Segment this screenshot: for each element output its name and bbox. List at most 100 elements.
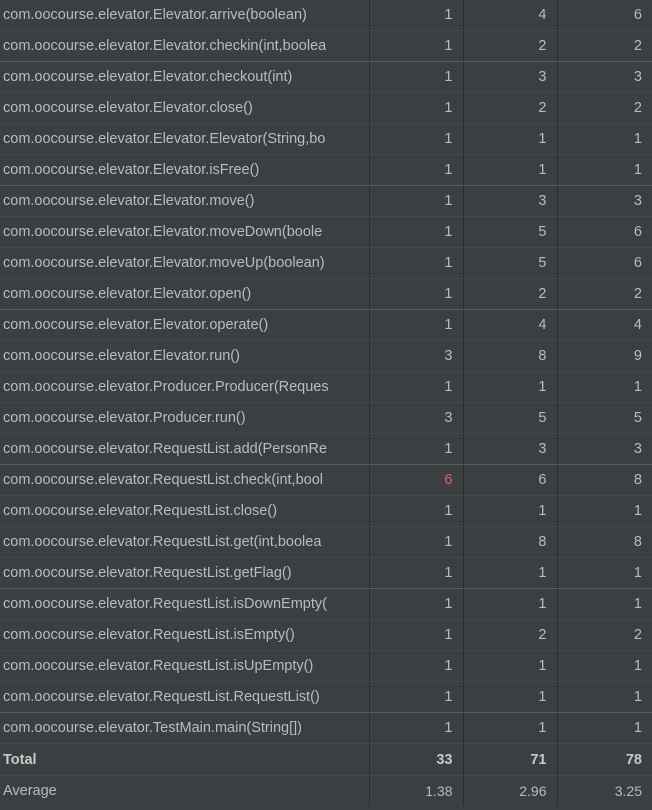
metric-3-cell: 1 [557,681,652,713]
metric-3-cell: 8 [557,464,652,496]
metric-2-cell: 2 [463,30,558,62]
metric-3-cell: 2 [557,92,652,124]
method-name-cell: com.oocourse.elevator.RequestList.isDown… [0,588,370,620]
total-v2: 71 [463,743,558,776]
metric-1-cell: 1 [369,650,464,682]
table-row[interactable]: com.oocourse.elevator.RequestList.isDown… [0,588,652,620]
metric-3-cell: 5 [557,402,652,434]
table-row[interactable]: com.oocourse.elevator.Elevator.operate()… [0,309,652,341]
metric-1-cell: 1 [369,495,464,527]
metric-2-cell: 5 [463,216,558,248]
metric-3-cell: 4 [557,309,652,341]
metric-2-cell: 3 [463,61,558,93]
metric-1-cell: 3 [369,402,464,434]
method-name-cell: com.oocourse.elevator.Elevator.checkout(… [0,61,370,93]
table-row[interactable]: com.oocourse.elevator.RequestList.isEmpt… [0,619,652,651]
metric-1-cell: 1 [369,619,464,651]
method-name-cell: com.oocourse.elevator.RequestList.close(… [0,495,370,527]
method-name-cell: com.oocourse.elevator.Producer.run() [0,402,370,434]
total-v3: 78 [557,743,652,776]
table-row[interactable]: com.oocourse.elevator.Elevator.close() 1 2… [0,92,652,124]
method-name-cell: com.oocourse.elevator.TestMain.main(Stri… [0,712,370,744]
metric-1-cell: 1 [369,92,464,124]
metric-3-cell: 1 [557,557,652,589]
table-row[interactable]: com.oocourse.elevator.Producer.Producer(… [0,371,652,403]
total-label: Total [0,743,370,776]
metric-1-cell: 6 [369,464,464,496]
method-name-cell: com.oocourse.elevator.Elevator.isFree() [0,154,370,186]
table-row[interactable]: com.oocourse.elevator.RequestList.check(… [0,464,652,496]
table-row[interactable]: com.oocourse.elevator.TestMain.main(Stri… [0,712,652,744]
metric-1-cell: 1 [369,247,464,279]
method-name-cell: com.oocourse.elevator.Elevator.move() [0,185,370,217]
average-row[interactable]: Average 1.38 2.96 3.25 [0,775,652,806]
method-name-cell: com.oocourse.elevator.RequestList.isUpEm… [0,650,370,682]
metric-2-cell: 4 [463,309,558,341]
metric-3-cell: 6 [557,216,652,248]
table-row[interactable]: com.oocourse.elevator.Elevator.Elevator(… [0,123,652,155]
metric-1-cell: 1 [369,557,464,589]
table-row[interactable]: com.oocourse.elevator.RequestList.isUpEm… [0,650,652,682]
table-row[interactable]: com.oocourse.elevator.RequestList.Reques… [0,681,652,713]
metrics-summary: Total 33 71 78 Average 1.38 2.96 3.25 [0,743,652,806]
metric-1-cell: 1 [369,681,464,713]
table-row[interactable]: com.oocourse.elevator.RequestList.get(in… [0,526,652,558]
metric-2-cell: 1 [463,154,558,186]
method-name-cell: com.oocourse.elevator.Producer.Producer(… [0,371,370,403]
metric-1-cell: 1 [369,309,464,341]
metric-1-cell: 1 [369,433,464,465]
table-row[interactable]: com.oocourse.elevator.Elevator.open() 1 2 2 [0,278,652,310]
table-row[interactable]: com.oocourse.elevator.Elevator.checkout(… [0,61,652,93]
metric-1-cell: 1 [369,61,464,93]
metric-2-cell: 1 [463,712,558,744]
table-row[interactable]: com.oocourse.elevator.RequestList.add(Pe… [0,433,652,465]
metric-1-cell: 1 [369,123,464,155]
metric-3-cell: 1 [557,588,652,620]
average-label: Average [0,775,370,806]
metric-3-cell: 1 [557,371,652,403]
table-row[interactable]: com.oocourse.elevator.Elevator.arrive(bo… [0,0,652,31]
metric-1-cell: 3 [369,340,464,372]
metric-1-cell: 1 [369,588,464,620]
metric-3-cell: 1 [557,495,652,527]
method-name-cell: com.oocourse.elevator.Elevator.run() [0,340,370,372]
metric-1-cell: 1 [369,371,464,403]
metric-2-cell: 1 [463,557,558,589]
metric-1-cell: 1 [369,154,464,186]
table-row[interactable]: com.oocourse.elevator.RequestList.close(… [0,495,652,527]
metric-2-cell: 2 [463,92,558,124]
metric-3-cell: 6 [557,0,652,31]
metric-1-cell: 1 [369,526,464,558]
metric-3-cell: 1 [557,123,652,155]
table-row[interactable]: com.oocourse.elevator.Elevator.moveDown(… [0,216,652,248]
method-name-cell: com.oocourse.elevator.Elevator.Elevator(… [0,123,370,155]
method-name-cell: com.oocourse.elevator.Elevator.checkin(i… [0,30,370,62]
method-name-cell: com.oocourse.elevator.Elevator.open() [0,278,370,310]
metric-3-cell: 2 [557,30,652,62]
method-name-cell: com.oocourse.elevator.RequestList.Reques… [0,681,370,713]
table-row[interactable]: com.oocourse.elevator.Elevator.move() 1 3 3 [0,185,652,217]
table-row[interactable]: com.oocourse.elevator.Elevator.isFree() 1… [0,154,652,186]
metric-2-cell: 2 [463,619,558,651]
table-row[interactable]: com.oocourse.elevator.Elevator.run() 3 8 9 [0,340,652,372]
method-name-cell: com.oocourse.elevator.Elevator.operate() [0,309,370,341]
metric-3-cell: 3 [557,433,652,465]
method-name-cell: com.oocourse.elevator.RequestList.getFla… [0,557,370,589]
metric-2-cell: 1 [463,681,558,713]
table-row[interactable]: com.oocourse.elevator.Elevator.checkin(i… [0,30,652,62]
metric-3-cell: 1 [557,154,652,186]
metric-2-cell: 1 [463,588,558,620]
table-row[interactable]: com.oocourse.elevator.RequestList.getFla… [0,557,652,589]
method-name-cell: com.oocourse.elevator.RequestList.isEmpt… [0,619,370,651]
metric-3-cell: 2 [557,619,652,651]
average-v1: 1.38 [369,775,464,806]
metric-2-cell: 5 [463,402,558,434]
table-row[interactable]: com.oocourse.elevator.Elevator.moveUp(bo… [0,247,652,279]
table-row[interactable]: com.oocourse.elevator.Producer.run() 3 5 5 [0,402,652,434]
metric-2-cell: 1 [463,495,558,527]
metric-3-cell: 1 [557,650,652,682]
total-row[interactable]: Total 33 71 78 [0,743,652,776]
metric-1-cell: 1 [369,712,464,744]
metric-3-cell: 6 [557,247,652,279]
metric-1-cell: 1 [369,185,464,217]
